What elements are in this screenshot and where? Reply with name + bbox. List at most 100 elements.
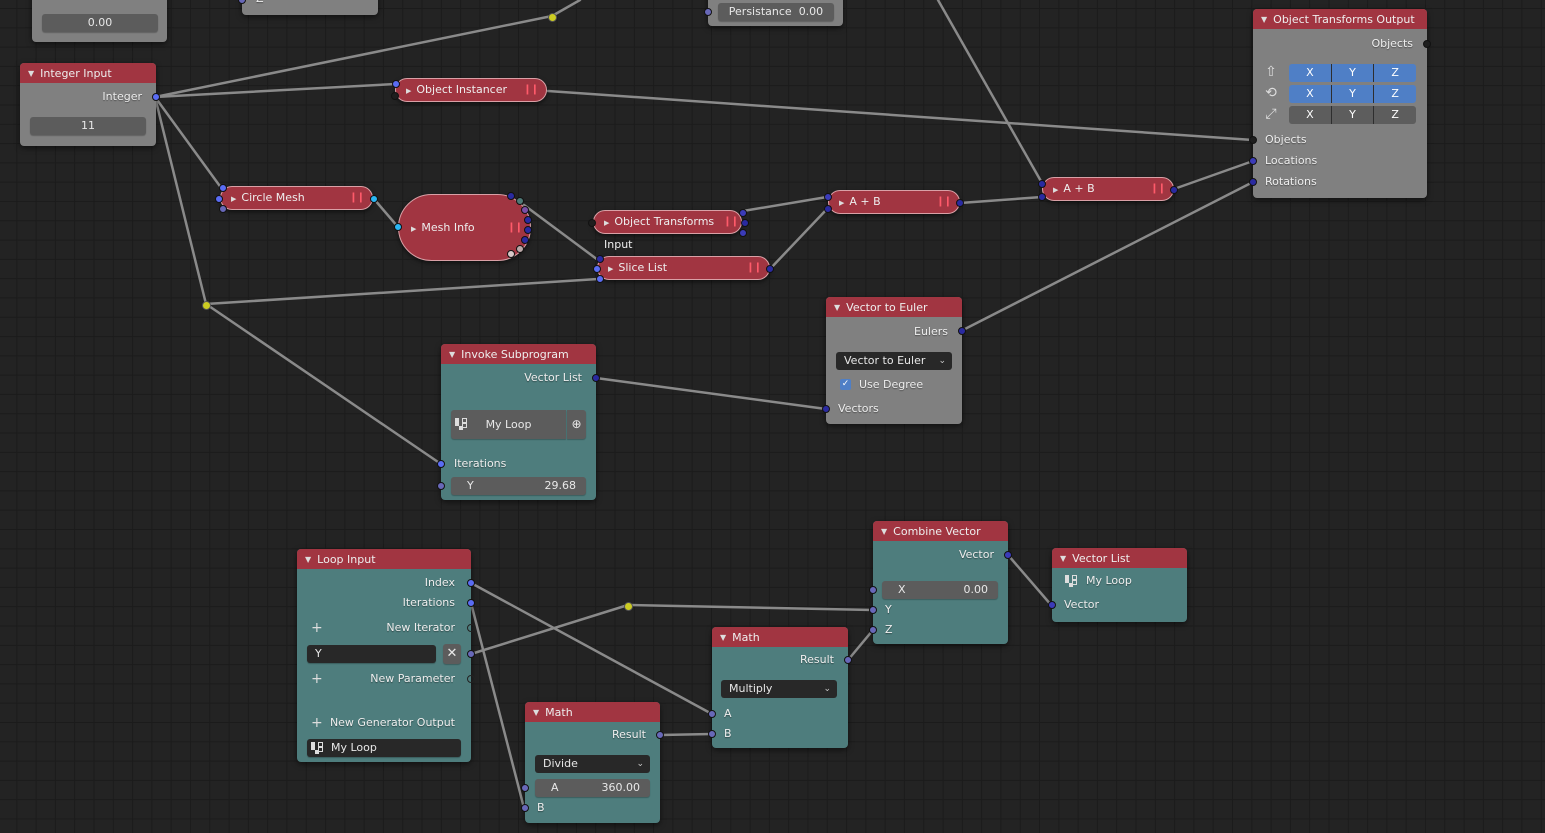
collapse-icon[interactable]: ▼	[881, 527, 887, 536]
node-header[interactable]: ▼ Combine Vector	[873, 521, 1008, 541]
vector-input-socket[interactable]	[1048, 601, 1056, 609]
expand-icon[interactable]: ▶	[839, 199, 844, 207]
locations-input-socket[interactable]	[1249, 157, 1257, 165]
node-header[interactable]: ▼ Integer Input	[20, 63, 156, 83]
mesh-info-output-socket[interactable]	[507, 250, 515, 258]
a-input-socket[interactable]	[521, 784, 529, 792]
object-transforms-output-node[interactable]: ▼ Object Transforms Output Objects ⇧ X Y …	[1249, 9, 1431, 198]
a-plus-b-input-socket[interactable]	[824, 193, 832, 201]
new-iterator-label[interactable]: New Iterator	[297, 619, 471, 637]
circle-mesh-input-socket[interactable]	[215, 195, 223, 203]
reroute-point[interactable]	[202, 301, 211, 310]
mesh-info-output-socket[interactable]	[521, 206, 529, 214]
axis-y-toggle[interactable]: Y	[1331, 85, 1375, 103]
rotation-axes-toggle[interactable]: X Y Z	[1289, 85, 1416, 103]
slice-list-input-socket[interactable]	[593, 265, 601, 273]
y-value-field[interactable]: Y 29.68	[451, 477, 586, 495]
object-transforms-input-socket[interactable]	[588, 219, 596, 227]
object-transforms-output-socket[interactable]	[739, 229, 747, 237]
new-subprogram-button[interactable]: ⊕	[567, 410, 586, 439]
circle-mesh-input-socket[interactable]	[219, 205, 227, 213]
a-plus-b-input-socket[interactable]	[1038, 193, 1046, 201]
operation-dropdown[interactable]: Divide ⌄	[535, 755, 650, 773]
slice-list-input-socket[interactable]	[596, 255, 604, 263]
axis-z-toggle[interactable]: Z	[1374, 106, 1416, 124]
b-input-socket[interactable]	[708, 730, 716, 738]
expand-icon[interactable]: ▶	[411, 225, 416, 233]
axis-x-toggle[interactable]: X	[1289, 64, 1332, 82]
new-parameter-label[interactable]: New Parameter	[297, 670, 471, 688]
x-input-socket[interactable]	[869, 586, 877, 594]
subprogram-selector[interactable]: My Loop	[451, 410, 566, 439]
x-value-field[interactable]: X 0.00	[882, 581, 998, 599]
mesh-info-output-socket[interactable]	[521, 236, 529, 244]
y-input-socket[interactable]	[869, 606, 877, 614]
expand-icon[interactable]: ▶	[604, 219, 609, 227]
collapse-icon[interactable]: ▼	[28, 69, 34, 78]
value-field[interactable]: 0.00	[42, 14, 158, 32]
collapse-icon[interactable]: ▼	[305, 555, 311, 564]
new-iterator-socket[interactable]	[467, 624, 475, 632]
scale-axes-toggle[interactable]: X Y Z	[1289, 106, 1416, 124]
slice-list-output-socket[interactable]	[766, 265, 774, 273]
objects-input-socket[interactable]	[1249, 136, 1257, 144]
combine-vector-node[interactable]: ▼ Combine Vector Vector X 0.00 Y Z	[869, 521, 1012, 644]
axis-x-toggle[interactable]: X	[1289, 85, 1332, 103]
mesh-info-output-socket[interactable]	[524, 226, 532, 234]
node-header[interactable]: ▼ Vector List	[1052, 548, 1187, 568]
collapse-icon[interactable]: ▼	[1060, 554, 1066, 563]
iterations-input-socket[interactable]	[437, 460, 445, 468]
node-header[interactable]: ▼ Vector to Euler	[826, 297, 962, 317]
integer-output-socket[interactable]	[152, 93, 160, 101]
node-header[interactable]: ▼ Math	[525, 702, 660, 722]
mode-dropdown[interactable]: Vector to Euler ⌄	[836, 352, 952, 370]
object-transforms-input-node[interactable]: ▶ Object Transforms Input ❙❙	[593, 210, 742, 251]
reroute-point[interactable]	[624, 602, 633, 611]
collapse-icon[interactable]: ▼	[533, 708, 539, 717]
node-header[interactable]: ▼ Math	[712, 627, 848, 647]
a-plus-b-node-2[interactable]: ▶ A + B ❙❙	[1042, 177, 1174, 201]
result-output-socket[interactable]	[656, 731, 664, 739]
expand-icon[interactable]: ▶	[1053, 186, 1058, 194]
mesh-info-input-socket[interactable]	[394, 223, 402, 231]
collapse-icon[interactable]: ▼	[1261, 15, 1267, 24]
result-output-socket[interactable]	[844, 656, 852, 664]
location-axes-toggle[interactable]: X Y Z	[1289, 64, 1416, 82]
rotations-input-socket[interactable]	[1249, 178, 1257, 186]
expand-icon[interactable]: ▶	[406, 87, 411, 95]
node-header[interactable]: ▼ Invoke Subprogram	[441, 344, 596, 364]
integer-value-field[interactable]: 11	[30, 117, 146, 135]
iterator-name-input[interactable]: Y	[307, 645, 436, 663]
vector-to-euler-node[interactable]: ▼ Vector to Euler Eulers Vector to Euler …	[822, 297, 966, 424]
partial-node-top-mid[interactable]: Z	[238, 0, 378, 15]
loop-name-input[interactable]: My Loop	[307, 739, 461, 757]
vector-list-output-socket[interactable]	[592, 374, 600, 382]
vector-output-socket[interactable]	[1004, 551, 1012, 559]
a-plus-b-input-socket[interactable]	[1038, 180, 1046, 188]
instancer-input-socket[interactable]	[392, 80, 400, 88]
b-input-socket[interactable]	[521, 804, 529, 812]
object-transforms-output-socket[interactable]	[739, 209, 747, 217]
partial-node-persistance[interactable]: Persistance 0.00	[704, 0, 843, 26]
circle-mesh-node[interactable]: ▶ Circle Mesh ❙❙	[220, 186, 373, 210]
circle-mesh-input-socket[interactable]	[219, 184, 227, 192]
new-parameter-socket[interactable]	[467, 675, 475, 683]
axis-y-toggle[interactable]: Y	[1331, 64, 1375, 82]
new-generator-output-label[interactable]: New Generator Output	[297, 714, 471, 732]
remove-iterator-button[interactable]: ✕	[443, 644, 461, 664]
iterator-output-socket[interactable]	[467, 650, 475, 658]
collapse-icon[interactable]: ▼	[449, 350, 455, 359]
instancer-input-socket[interactable]	[391, 92, 399, 100]
persistance-field[interactable]: Persistance 0.00	[718, 3, 834, 21]
mesh-info-output-socket[interactable]	[524, 216, 532, 224]
math-divide-node[interactable]: ▼ Math Result Divide ⌄ A 360.00 B	[521, 702, 664, 823]
expand-icon[interactable]: ▶	[231, 195, 236, 203]
vectors-input-socket[interactable]	[822, 405, 830, 413]
index-output-socket[interactable]	[467, 579, 475, 587]
axis-x-toggle[interactable]: X	[1289, 106, 1332, 124]
eulers-output-socket[interactable]	[958, 327, 966, 335]
a-plus-b-output-socket[interactable]	[956, 199, 964, 207]
persistance-socket[interactable]	[704, 8, 712, 16]
axis-z-toggle[interactable]: Z	[1374, 85, 1416, 103]
partial-node-top-left[interactable]: 0.00	[32, 0, 167, 42]
